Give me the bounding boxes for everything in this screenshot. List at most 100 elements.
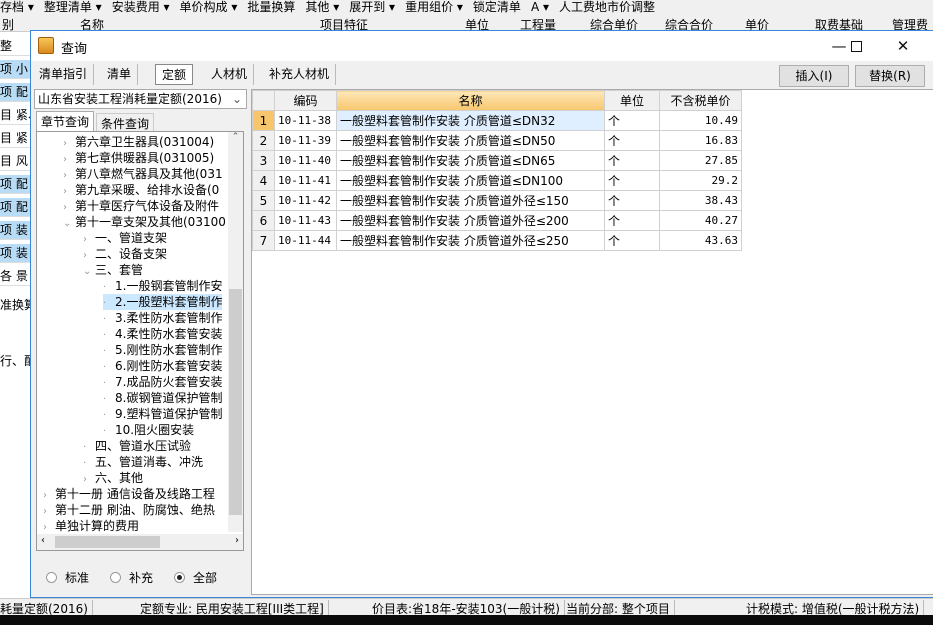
cell-unit[interactable]: 个 [604, 150, 660, 171]
tree-node[interactable]: › 二、设备支架 [83, 246, 167, 262]
tree-node[interactable]: · 4.柔性防水套管安装 [103, 326, 222, 342]
table-row[interactable]: 1 10-11-38 一般塑料套管制作安装 介质管道≤DN32 个 10.49 [252, 110, 742, 131]
radio-standard[interactable]: 标准 [46, 569, 89, 586]
insert-button[interactable]: 插入(I) [779, 65, 849, 87]
chevron-down-icon[interactable]: ⌄ [63, 216, 75, 232]
row-number[interactable]: 2 [252, 130, 275, 151]
table-row[interactable]: 7 10-11-44 一般塑料套管制作安装 介质管道外径≤250 个 43.63 [252, 230, 742, 251]
quota-library-select[interactable]: 山东省安装工程消耗量定额(2016) ⌄ [34, 89, 247, 109]
toolbar-item[interactable]: 其他 ▾ [305, 1, 339, 13]
radio-all[interactable]: 全部 [174, 569, 217, 586]
tab-bill[interactable]: 清单 [101, 64, 139, 85]
tree-node[interactable]: · 3.柔性防水套管制作 [103, 310, 222, 326]
cell-unit[interactable]: 个 [604, 170, 660, 191]
cell-unit[interactable]: 个 [604, 230, 660, 251]
toolbar-item[interactable]: 批量换算 [247, 1, 295, 13]
scroll-thumb[interactable] [229, 289, 242, 515]
tree-node[interactable]: › 一、管道支架 [83, 230, 167, 246]
cell-code[interactable]: 10-11-43 [274, 210, 337, 231]
tree-node[interactable]: · 8.碳钢管道保护管制 [103, 390, 222, 406]
cell-code[interactable]: 10-11-39 [274, 130, 337, 151]
replace-button[interactable]: 替换(R) [855, 65, 925, 87]
cell-name[interactable]: 一般塑料套管制作安装 介质管道≤DN65 [336, 150, 605, 171]
cell-unit[interactable]: 个 [604, 210, 660, 231]
toolbar-item[interactable]: 单价构成 ▾ [180, 1, 238, 13]
toolbar-item[interactable]: 锁定清单 [473, 1, 521, 13]
tree-node[interactable]: › 第九章采暖、给排水设备(0 [63, 182, 219, 198]
scroll-thumb[interactable] [55, 536, 160, 548]
tree-node[interactable]: · 1.一般钢套管制作安 [103, 278, 222, 294]
tree-node[interactable]: · 2.一般塑料套管制作 [103, 294, 223, 310]
cell-code[interactable]: 10-11-40 [274, 150, 337, 171]
tree-node[interactable]: › 第七章供暖器具(031005) [63, 150, 214, 166]
tree-node[interactable]: › 第十章医疗气体设备及附件 [63, 198, 219, 214]
column-header-price[interactable]: 不含税单价 [659, 90, 742, 111]
tree-node[interactable]: › 第十一册 通信设备及线路工程 [43, 486, 215, 502]
cell-code[interactable]: 10-11-42 [274, 190, 337, 211]
tree-node[interactable]: · 五、管道消毒、冲洗 [83, 454, 203, 470]
cell-code[interactable]: 10-11-44 [274, 230, 337, 251]
cell-name[interactable]: 一般塑料套管制作安装 介质管道≤DN32 [336, 110, 605, 131]
row-number[interactable]: 6 [252, 210, 275, 231]
cell-unit[interactable]: 个 [604, 190, 660, 211]
tab-supplement-lmm[interactable]: 补充人材机 [263, 64, 337, 85]
tree-node[interactable]: › 单独计算的费用 [43, 518, 139, 534]
tree-horizontal-scrollbar[interactable]: ‹ › [37, 534, 243, 550]
row-number[interactable]: 5 [252, 190, 275, 211]
chevron-down-icon[interactable]: ⌄ [83, 264, 95, 280]
cell-code[interactable]: 10-11-41 [274, 170, 337, 191]
cell-name[interactable]: 一般塑料套管制作安装 介质管道≤DN50 [336, 130, 605, 151]
tree-node[interactable]: › 第十二册 刷油、防腐蚀、绝热 [43, 502, 215, 518]
cell-price[interactable]: 27.85 [659, 150, 742, 171]
cell-price[interactable]: 38.43 [659, 190, 742, 211]
table-row[interactable]: 5 10-11-42 一般塑料套管制作安装 介质管道外径≤150 个 38.43 [252, 190, 742, 211]
tree-node[interactable]: · 9.塑料管道保护管制 [103, 406, 222, 422]
toolbar-item[interactable]: 重用组价 ▾ [405, 1, 463, 13]
row-number[interactable]: 1 [252, 110, 275, 131]
cell-code[interactable]: 10-11-38 [274, 110, 337, 131]
tree-node[interactable]: › 六、其他 [83, 470, 143, 486]
table-row[interactable]: 2 10-11-39 一般塑料套管制作安装 介质管道≤DN50 个 16.83 [252, 130, 742, 151]
tree-node[interactable]: ⌄ 第十一章支架及其他(03100 [63, 214, 226, 230]
tab-quota[interactable]: 定额 [155, 64, 194, 85]
toolbar-item[interactable]: 展开到 ▾ [349, 1, 395, 13]
toolbar-item[interactable]: 人工费地市价调整 [559, 1, 655, 13]
cell-unit[interactable]: 个 [604, 130, 660, 151]
maximize-button[interactable] [841, 35, 871, 57]
tree-node[interactable]: · 7.成品防火套管安装 [103, 374, 222, 390]
tree-node[interactable]: · 四、管道水压试验 [83, 438, 191, 454]
cell-name[interactable]: 一般塑料套管制作安装 介质管道外径≤250 [336, 230, 605, 251]
cell-unit[interactable]: 个 [604, 110, 660, 131]
toolbar-item[interactable]: 存档 ▾ [0, 1, 34, 13]
close-button[interactable]: ✕ [888, 35, 918, 57]
tree-node[interactable]: › 第六章卫生器具(031004) [63, 134, 214, 150]
toolbar-item[interactable]: 整理清单 ▾ [44, 1, 102, 13]
table-row[interactable]: 3 10-11-40 一般塑料套管制作安装 介质管道≤DN65 个 27.85 [252, 150, 742, 171]
tree-node[interactable]: › 第八章燃气器具及其他(031 [63, 166, 223, 182]
column-header-name[interactable]: 名称 [336, 90, 605, 111]
column-header-code[interactable]: 编码 [274, 90, 337, 111]
tree-vertical-scrollbar[interactable]: ⌃ [228, 132, 243, 532]
tree-node[interactable]: ⌄ 三、套管 [83, 262, 143, 278]
cell-name[interactable]: 一般塑料套管制作安装 介质管道≤DN100 [336, 170, 605, 191]
tab-chapter-query[interactable]: 章节查询 [36, 111, 95, 131]
cell-price[interactable]: 40.27 [659, 210, 742, 231]
tree-node[interactable]: · 10.阻火圈安装 [103, 422, 194, 438]
column-header-unit[interactable]: 单位 [604, 90, 660, 111]
cell-price[interactable]: 10.49 [659, 110, 742, 131]
tab-bill-guide[interactable]: 清单指引 [33, 64, 95, 85]
row-number[interactable]: 7 [252, 230, 275, 251]
cell-name[interactable]: 一般塑料套管制作安装 介质管道外径≤150 [336, 190, 605, 211]
radio-supplement[interactable]: 补充 [110, 569, 153, 586]
tree-node[interactable]: · 5.刚性防水套管制作 [103, 342, 222, 358]
row-number[interactable]: 3 [252, 150, 275, 171]
tree-node[interactable]: · 6.刚性防水套管安装 [103, 358, 222, 374]
cell-price[interactable]: 16.83 [659, 130, 742, 151]
table-row[interactable]: 4 10-11-41 一般塑料套管制作安装 介质管道≤DN100 个 29.2 [252, 170, 742, 191]
cell-name[interactable]: 一般塑料套管制作安装 介质管道外径≤200 [336, 210, 605, 231]
row-number[interactable]: 4 [252, 170, 275, 191]
tab-condition-query[interactable]: 条件查询 [96, 113, 155, 133]
toolbar-item[interactable]: A ▾ [531, 1, 549, 13]
cell-price[interactable]: 43.63 [659, 230, 742, 251]
toolbar-item[interactable]: 安装费用 ▾ [112, 1, 170, 13]
